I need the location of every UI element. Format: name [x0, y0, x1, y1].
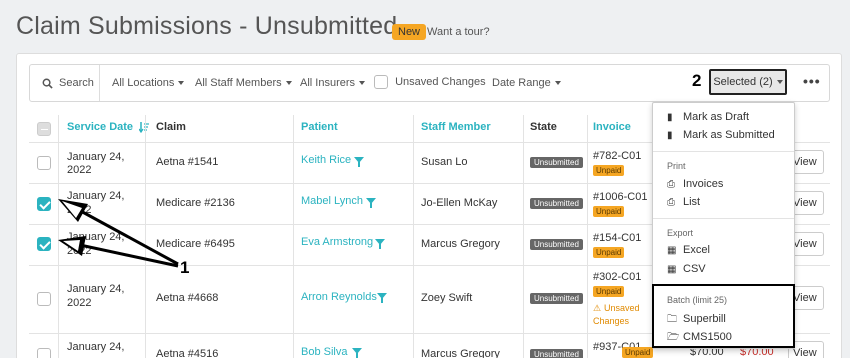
arrow-to-row-3 — [58, 236, 179, 268]
annotation-arrows — [58, 199, 179, 268]
annotation-1: 1 — [180, 258, 190, 277]
